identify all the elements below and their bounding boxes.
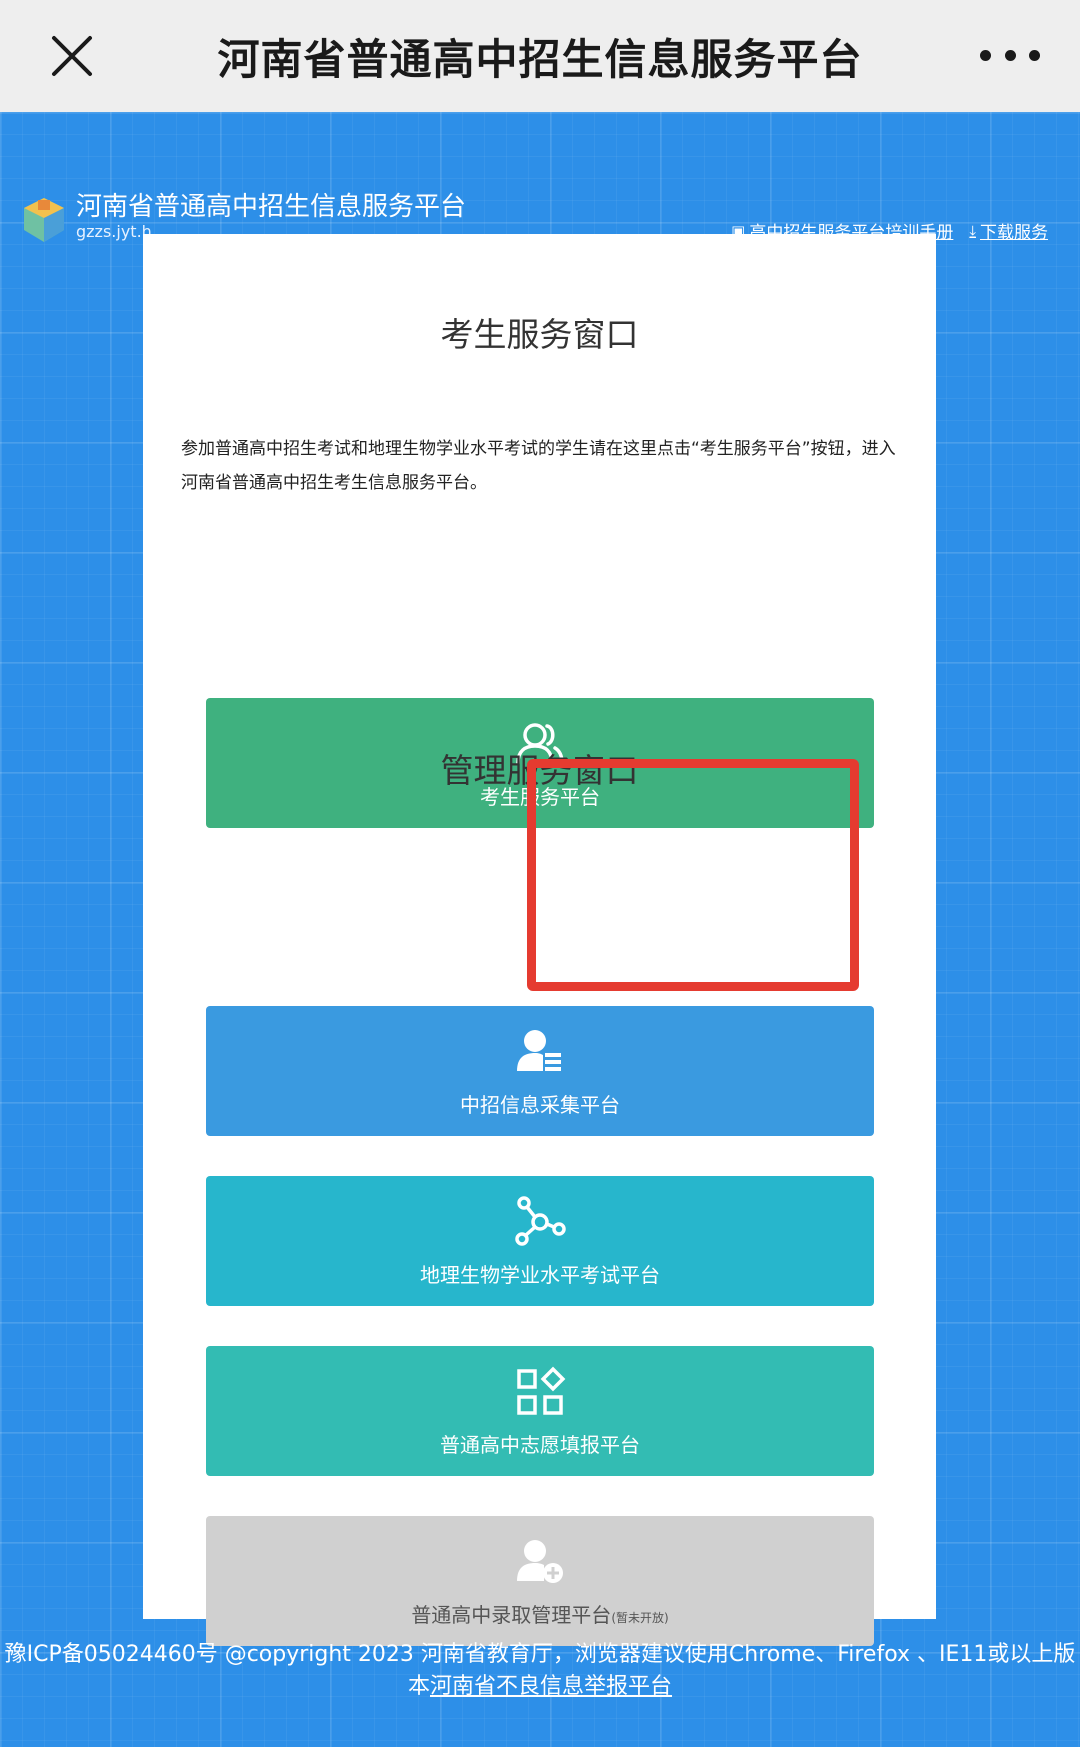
service-card: 考生服务窗口 参加普通高中招生考试和地理生物学业水平考试的学生请在这里点击“考生… [143,234,936,1646]
site-logo-icon [22,196,66,244]
student-description: 参加普通高中招生考试和地理生物学业水平考试的学生请在这里点击“考生服务平台”按钮… [181,439,896,493]
network-icon [513,1195,567,1249]
download-service-link[interactable]: ⤓ 下载服务 [969,218,1048,244]
user-list-icon [513,1025,567,1079]
more-icon[interactable] [980,40,1040,70]
not-open-note: (暂未开放) [611,1610,669,1625]
student-section-title: 考生服务窗口 [440,315,639,354]
volunteer-application-label: 普通高中志愿填报平台 [440,1432,640,1457]
user-add-icon [513,1535,567,1589]
volunteer-application-button[interactable]: 普通高中志愿填报平台 [206,1346,874,1476]
site-name: 河南省普通高中招生信息服务平台 [76,192,467,222]
geo-bio-exam-button[interactable]: 地理生物学业水平考试平台 [206,1176,874,1306]
admission-management-button[interactable]: 普通高中录取管理平台(暂未开放) [206,1516,874,1646]
download-service-label: 下载服务 [980,223,1048,243]
more-dot [980,49,991,61]
footer-report-prefix: 本 [407,1674,430,1699]
close-icon[interactable] [46,30,98,82]
admission-management-label: 普通高中录取管理平台 [411,1602,612,1627]
apps-grid-icon [513,1365,567,1419]
admin-section-title: 管理服务窗口 [440,751,639,790]
page-title: 河南省普通高中招生信息服务平台 [217,34,863,84]
footer: 豫ICP备05024460号 @copyright 2023 河南省教育厅，浏览… [0,1639,1080,1703]
report-platform-link[interactable]: 河南省不良信息举报平台 [430,1674,672,1699]
admission-management-text: 普通高中录取管理平台(暂未开放) [411,1599,668,1628]
more-dot [1029,49,1040,61]
more-dot [1004,49,1016,61]
top-bar: 河南省普通高中招生信息服务平台 [0,0,1080,112]
info-collection-label: 中招信息采集平台 [460,1092,620,1117]
footer-copyright: 豫ICP备05024460号 @copyright 2023 河南省教育厅，浏览… [4,1642,1076,1667]
geo-bio-exam-label: 地理生物学业水平考试平台 [420,1262,660,1287]
download-icon: ⤓ [969,221,976,240]
info-collection-button[interactable]: 中招信息采集平台 [206,1006,874,1136]
footer-report-line: 本河南省不良信息举报平台 [0,1671,1080,1703]
page-background: 河南省普通高中招生信息服务平台 gzzs.jyt.h ▣ 高中招生服务平台培训手… [0,112,1080,1747]
